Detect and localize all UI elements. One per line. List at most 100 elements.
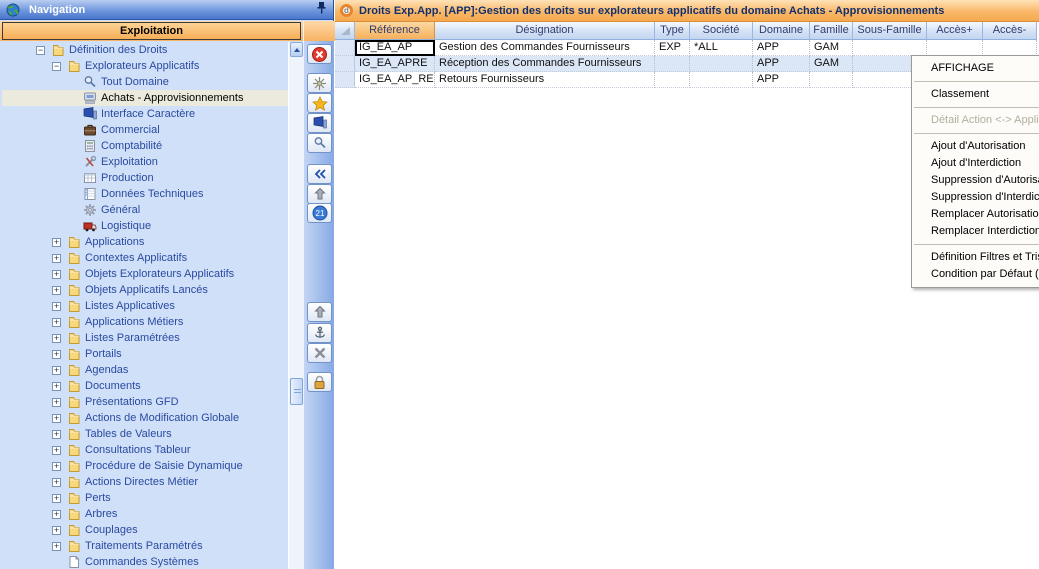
clear-button[interactable] <box>307 343 332 363</box>
expand-plus-icon[interactable]: + <box>52 238 61 247</box>
tree-item[interactable]: +Agendas <box>2 362 288 378</box>
menu-item[interactable]: Remplacer Interdiction <box>912 223 1039 240</box>
row-selector-cell[interactable] <box>335 56 355 72</box>
tree-item[interactable]: +Procédure de Saisie Dynamique <box>2 458 288 474</box>
expand-plus-icon[interactable]: + <box>52 366 61 375</box>
table-cell[interactable]: EXP <box>655 40 690 56</box>
tree-item[interactable]: Tout Domaine <box>2 74 288 90</box>
table-cell[interactable] <box>983 40 1037 56</box>
row-selector-cell[interactable] <box>335 40 355 56</box>
tree-item[interactable]: +Listes Applicatives <box>2 298 288 314</box>
menu-item[interactable]: AFFICHAGE <box>912 60 1039 77</box>
column-header[interactable]: Accès+ <box>927 22 983 40</box>
lock-button[interactable] <box>307 372 332 392</box>
row-selector-cell[interactable] <box>335 72 355 88</box>
tree-item[interactable]: +Portails <box>2 346 288 362</box>
menu-item[interactable]: Classement <box>912 86 1039 103</box>
column-header[interactable]: Accès- <box>983 22 1037 40</box>
tree-item[interactable]: +Applications <box>2 234 288 250</box>
z1-badge-button[interactable]: 21 <box>307 203 332 223</box>
grid-corner-cell[interactable] <box>335 22 355 40</box>
column-header[interactable]: Société <box>690 22 753 40</box>
expand-plus-icon[interactable]: + <box>52 430 61 439</box>
tree-item[interactable]: +Actions de Modification Globale <box>2 410 288 426</box>
table-cell[interactable] <box>655 72 690 88</box>
tree-item[interactable]: +Consultations Tableur <box>2 442 288 458</box>
menu-item[interactable]: Suppression d'Interdiction <box>912 189 1039 206</box>
scroll-thumb[interactable] <box>290 378 303 405</box>
table-cell[interactable] <box>853 40 927 56</box>
tree-item[interactable]: +Documents <box>2 378 288 394</box>
close-view-button[interactable] <box>307 44 332 64</box>
table-cell[interactable]: *ALL <box>690 40 753 56</box>
expand-plus-icon[interactable]: + <box>52 382 61 391</box>
scroll-up-button[interactable] <box>290 42 303 57</box>
expand-plus-icon[interactable]: + <box>52 478 61 487</box>
table-cell[interactable]: GAM <box>810 40 853 56</box>
column-header[interactable]: Référence <box>355 22 435 40</box>
tree-item[interactable]: +Arbres <box>2 506 288 522</box>
tree-item[interactable]: +Traitements Paramétrés <box>2 538 288 554</box>
tree-item[interactable]: +Perts <box>2 490 288 506</box>
expand-plus-icon[interactable]: + <box>52 254 61 263</box>
tree-item[interactable]: Exploitation <box>2 154 288 170</box>
tree-item[interactable]: Comptabilité <box>2 138 288 154</box>
tree-item[interactable]: Commercial <box>2 122 288 138</box>
tree-scrollbar[interactable] <box>288 42 303 569</box>
expand-plus-icon[interactable]: + <box>52 526 61 535</box>
expand-plus-icon[interactable]: + <box>52 350 61 359</box>
collapse-left-button[interactable] <box>307 164 332 184</box>
expand-plus-icon[interactable]: + <box>52 270 61 279</box>
tree-item[interactable]: Logistique <box>2 218 288 234</box>
tree-item[interactable]: +Présentations GFD <box>2 394 288 410</box>
table-cell[interactable]: APP <box>753 40 810 56</box>
table-cell[interactable]: GAM <box>810 56 853 72</box>
table-row[interactable]: IG_EA_APGestion des Commandes Fournisseu… <box>335 40 1039 56</box>
collapse-minus-icon[interactable]: − <box>36 46 45 55</box>
tree-item[interactable]: Données Techniques <box>2 186 288 202</box>
expand-plus-icon[interactable]: + <box>52 494 61 503</box>
expand-plus-icon[interactable]: + <box>52 398 61 407</box>
menu-item[interactable]: Suppression d'Autorisation <box>912 172 1039 189</box>
menu-item[interactable]: Ajout d'Interdiction <box>912 155 1039 172</box>
tree-item[interactable]: Général <box>2 202 288 218</box>
table-cell[interactable]: APP <box>753 56 810 72</box>
tree-item[interactable]: +Couplages <box>2 522 288 538</box>
favorites-button[interactable] <box>307 93 332 113</box>
table-cell[interactable]: Réception des Commandes Fournisseurs <box>435 56 655 72</box>
table-cell[interactable] <box>655 56 690 72</box>
table-cell[interactable] <box>927 40 983 56</box>
tree-item[interactable]: Commandes Systèmes <box>2 554 288 569</box>
menu-item[interactable]: Ajout d'Autorisation <box>912 138 1039 155</box>
tree-item[interactable]: +Applications Métiers <box>2 314 288 330</box>
expand-plus-icon[interactable]: + <box>52 334 61 343</box>
column-header[interactable]: Sous-Famille <box>853 22 927 40</box>
tree-item[interactable]: +Objets Explorateurs Applicatifs <box>2 266 288 282</box>
table-cell[interactable]: Retours Fournisseurs <box>435 72 655 88</box>
table-cell[interactable]: IG_EA_APRE <box>355 56 435 72</box>
tree-item[interactable]: +Listes Paramétrées <box>2 330 288 346</box>
move-up-button[interactable] <box>307 184 332 204</box>
tree-item[interactable]: −Explorateurs Applicatifs <box>2 58 288 74</box>
table-cell[interactable]: IG_EA_AP <box>355 40 435 56</box>
tree-item[interactable]: Interface Caractère <box>2 106 288 122</box>
screen-button[interactable] <box>307 113 332 133</box>
expand-plus-icon[interactable]: + <box>52 510 61 519</box>
expand-plus-icon[interactable]: + <box>52 286 61 295</box>
tree-item[interactable]: Production <box>2 170 288 186</box>
collapse-minus-icon[interactable]: − <box>52 62 61 71</box>
tree-item[interactable]: +Contextes Applicatifs <box>2 250 288 266</box>
table-cell[interactable]: Gestion des Commandes Fournisseurs <box>435 40 655 56</box>
table-cell[interactable]: IG_EA_AP_RET <box>355 72 435 88</box>
pin-icon[interactable] <box>316 1 327 18</box>
expand-plus-icon[interactable]: + <box>52 542 61 551</box>
tree-item[interactable]: +Actions Directes Métier <box>2 474 288 490</box>
expand-plus-icon[interactable]: + <box>52 302 61 311</box>
column-header[interactable]: Désignation <box>435 22 655 40</box>
expand-plus-icon[interactable]: + <box>52 462 61 471</box>
tree-item[interactable]: +Objets Applicatifs Lancés <box>2 282 288 298</box>
tree-item[interactable]: +Tables de Valeurs <box>2 426 288 442</box>
search-button[interactable] <box>307 133 332 153</box>
table-cell[interactable] <box>810 72 853 88</box>
table-cell[interactable] <box>690 56 753 72</box>
